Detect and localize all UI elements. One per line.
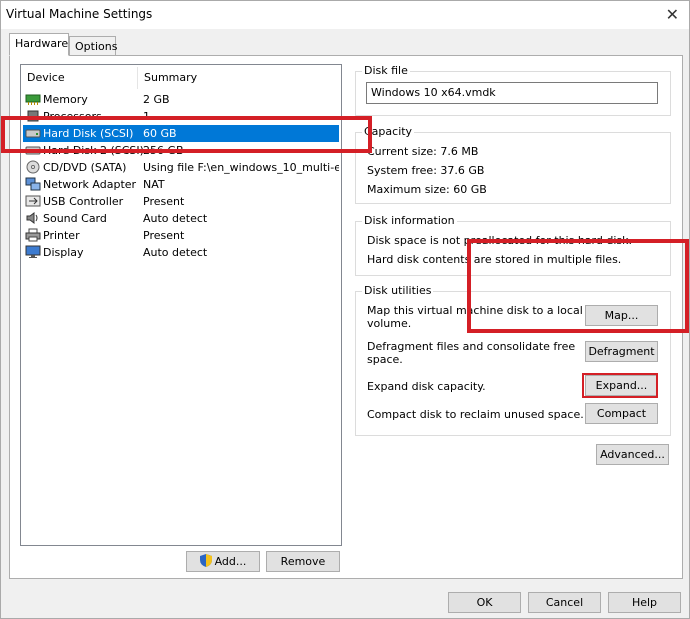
device-name: Memory	[43, 93, 88, 106]
tab-hardware[interactable]: Hardware	[9, 33, 69, 56]
window-title: Virtual Machine Settings	[6, 7, 153, 21]
device-summary: 1	[143, 110, 150, 123]
system-free-text: System free: 37.6 GB	[367, 164, 485, 177]
device-row-memory[interactable]: Memory 2 GB	[23, 91, 339, 108]
device-summary: Present	[143, 229, 185, 242]
disk-file-field[interactable]: Windows 10 x64.vmdk	[366, 82, 658, 104]
display-icon	[25, 245, 41, 258]
maximum-size-text: Maximum size: 60 GB	[367, 183, 487, 196]
disk-info-line-2: Hard disk contents are stored in multipl…	[367, 253, 622, 266]
device-name: USB Controller	[43, 195, 124, 208]
defragment-description-1: Defragment files and consolidate free	[367, 340, 576, 353]
disk-information-label: Disk information	[362, 214, 457, 227]
hard-disk-icon	[25, 146, 41, 155]
compact-description: Compact disk to reclaim unused space.	[367, 408, 584, 421]
disk-information-group: Disk information	[355, 214, 671, 276]
device-row-processors[interactable]: Processors 1	[23, 108, 339, 125]
device-summary: NAT	[143, 178, 165, 191]
disk-utilities-label: Disk utilities	[362, 284, 434, 297]
map-description-1: Map this virtual machine disk to a local	[367, 304, 583, 317]
device-name: Printer	[43, 229, 80, 242]
capacity-label: Capacity	[362, 125, 415, 138]
device-summary: 60 GB	[143, 127, 177, 140]
device-name: Processors	[43, 110, 102, 123]
add-button-label: Add...	[214, 555, 247, 568]
printer-icon	[25, 228, 41, 242]
disk-file-label: Disk file	[362, 64, 410, 77]
device-row-display[interactable]: Display Auto detect	[23, 244, 339, 261]
hard-disk-icon	[25, 129, 41, 138]
map-description-2: volume.	[367, 317, 412, 330]
column-summary[interactable]: Summary	[144, 71, 197, 84]
device-row-network-adapter[interactable]: Network Adapter NAT	[23, 176, 339, 193]
disk-info-line-1: Disk space is not preallocated for this …	[367, 234, 632, 247]
device-name: Network Adapter	[43, 178, 137, 191]
expand-description: Expand disk capacity.	[367, 380, 486, 393]
title-bar: Virtual Machine Settings ✕	[1, 1, 689, 29]
processor-icon	[27, 110, 39, 122]
current-size-text: Current size: 7.6 MB	[367, 145, 479, 158]
column-separator[interactable]	[137, 67, 138, 89]
device-row-sound-card[interactable]: Sound Card Auto detect	[23, 210, 339, 227]
device-name: Sound Card	[43, 212, 107, 225]
tab-options[interactable]: Options	[69, 36, 117, 57]
ok-button[interactable]: OK	[448, 592, 521, 613]
device-summary: Auto detect	[143, 246, 208, 259]
add-device-button[interactable]: Add...	[186, 551, 260, 572]
settings-window: Virtual Machine Settings ✕ Hardware Opti…	[0, 0, 690, 619]
close-icon[interactable]: ✕	[666, 5, 679, 24]
cd-dvd-icon	[26, 160, 40, 174]
expand-button[interactable]: Expand...	[585, 375, 658, 396]
device-row-printer[interactable]: Printer Present	[23, 227, 339, 244]
map-button[interactable]: Map...	[585, 305, 658, 326]
cancel-button[interactable]: Cancel	[528, 592, 601, 613]
device-name: CD/DVD (SATA)	[43, 161, 127, 174]
device-list[interactable]: Device Summary Memory 2 GB Processors 1 …	[20, 64, 342, 546]
memory-icon	[25, 94, 41, 105]
usb-icon	[25, 195, 41, 207]
device-name: Display	[43, 246, 84, 259]
network-adapter-icon	[25, 177, 41, 191]
defragment-button[interactable]: Defragment	[585, 341, 658, 362]
column-device[interactable]: Device	[27, 71, 65, 84]
uac-shield-icon	[199, 554, 212, 567]
device-summary: 256 GB	[143, 144, 184, 157]
defragment-description-2: space.	[367, 353, 403, 366]
advanced-button[interactable]: Advanced...	[596, 444, 669, 465]
remove-device-button[interactable]: Remove	[266, 551, 340, 572]
device-name: Hard Disk (SCSI)	[43, 127, 134, 140]
device-summary: Present	[143, 195, 185, 208]
device-row-hard-disk-2[interactable]: Hard Disk 2 (SCSI) 256 GB	[23, 142, 339, 159]
help-button[interactable]: Help	[608, 592, 681, 613]
device-name: Hard Disk 2 (SCSI)	[43, 144, 144, 157]
device-summary: Using file F:\en_windows_10_multi-e...	[143, 161, 339, 174]
speaker-icon	[26, 212, 38, 224]
device-summary: 2 GB	[143, 93, 170, 106]
device-list-header: Device Summary	[21, 65, 341, 89]
compact-button[interactable]: Compact	[585, 403, 658, 424]
device-row-usb-controller[interactable]: USB Controller Present	[23, 193, 339, 210]
device-summary: Auto detect	[143, 212, 208, 225]
device-row-hard-disk[interactable]: Hard Disk (SCSI) 60 GB	[23, 125, 339, 142]
device-row-cd-dvd[interactable]: CD/DVD (SATA) Using file F:\en_windows_1…	[23, 159, 339, 176]
